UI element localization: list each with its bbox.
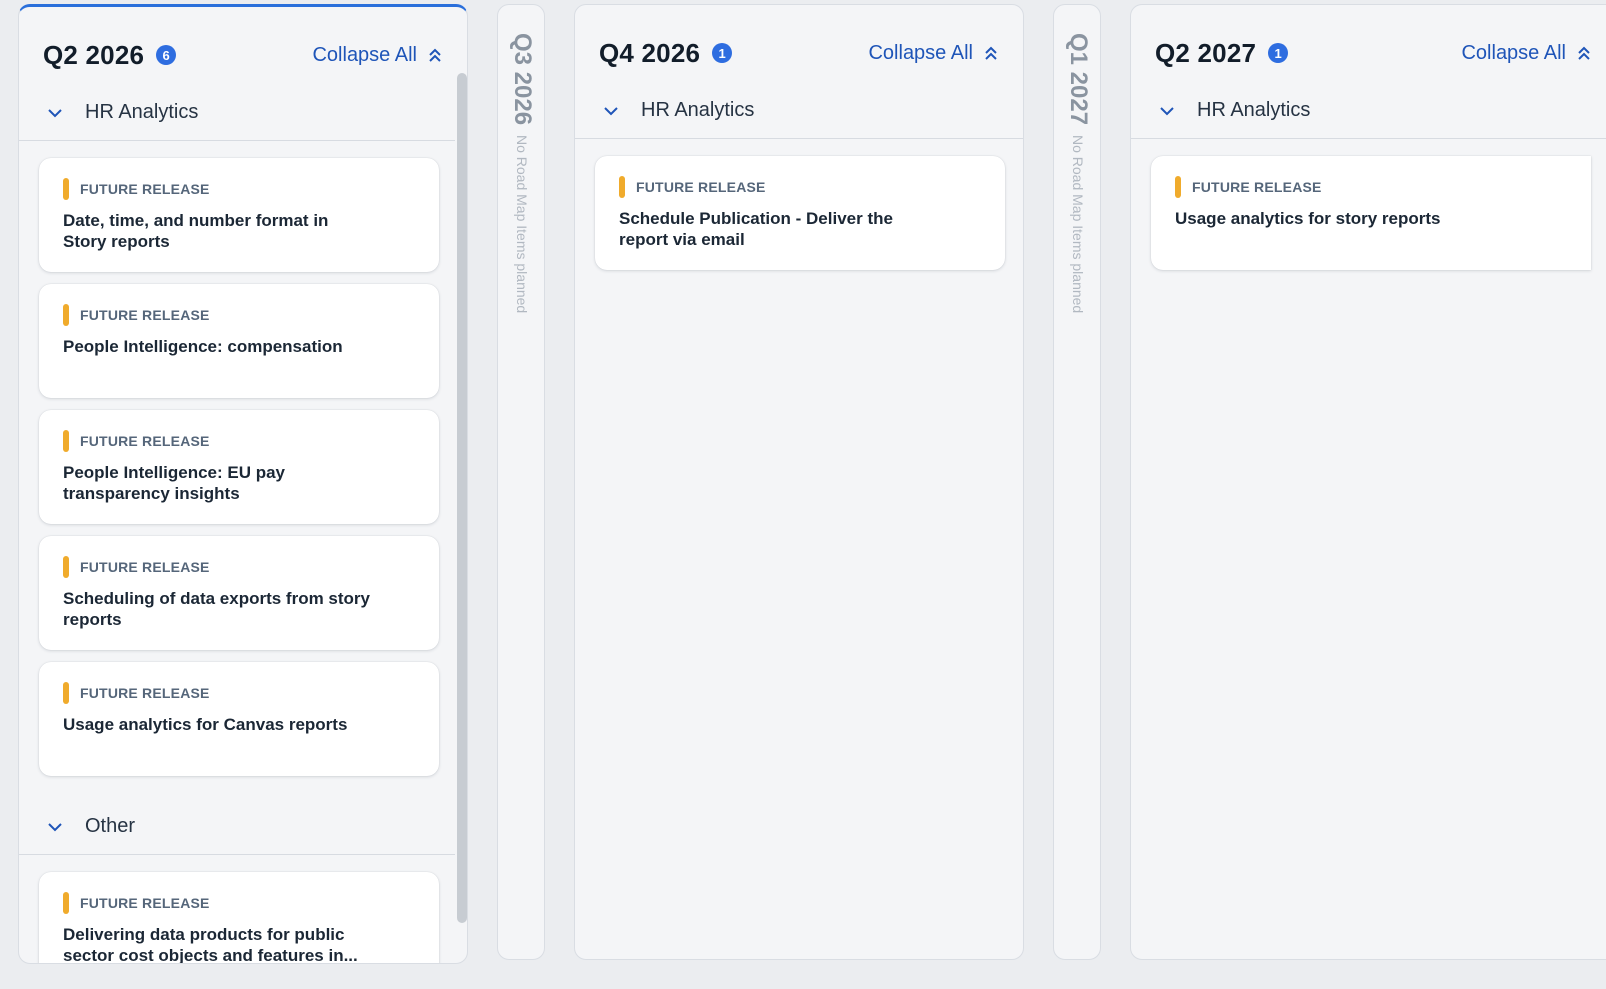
roadmap-card[interactable]: FUTURE RELEASE Scheduling of data export…	[39, 536, 439, 650]
status-indicator	[63, 178, 69, 200]
chevron-down-icon	[48, 822, 62, 831]
release-tag: FUTURE RELEASE	[80, 181, 210, 197]
roadmap-card[interactable]: FUTURE RELEASE Usage analytics for story…	[1151, 156, 1591, 270]
quarter-column-q2-2026: Q2 2026 6 Collapse All HR Analytics FUTU…	[18, 4, 468, 964]
quarter-column-q3-2026[interactable]: Q3 2026 No Road Map Items planned	[497, 4, 545, 960]
roadmap-card[interactable]: FUTURE RELEASE People Intelligence: comp…	[39, 284, 439, 398]
chevron-down-icon	[48, 108, 62, 117]
column-title: Q4 2026	[599, 37, 701, 68]
roadmap-board: Q2 2026 6 Collapse All HR Analytics FUTU…	[0, 0, 1606, 989]
group-header-hr-analytics[interactable]: HR Analytics	[1131, 83, 1606, 139]
column-header: Q2 2026 6 Collapse All	[43, 35, 443, 75]
release-tag: FUTURE RELEASE	[80, 307, 210, 323]
release-tag: FUTURE RELEASE	[80, 685, 210, 701]
roadmap-card[interactable]: FUTURE RELEASE Usage analytics for Canva…	[39, 662, 439, 776]
collapse-all-button[interactable]: Collapse All	[1461, 42, 1592, 65]
roadmap-card[interactable]: FUTURE RELEASE Date, time, and number fo…	[39, 158, 439, 272]
quarter-column-q2-2027: Q2 2027 1 Collapse All HR Analytics FUTU…	[1130, 4, 1606, 960]
collapse-all-label: Collapse All	[312, 43, 417, 66]
release-tag: FUTURE RELEASE	[80, 433, 210, 449]
status-indicator	[1175, 176, 1181, 198]
quarter-column-q1-2027[interactable]: Q1 2027 No Road Map Items planned	[1053, 4, 1101, 960]
item-count-badge: 6	[156, 45, 177, 65]
column-title: Q1 2027	[1065, 33, 1092, 126]
card-title: Date, time, and number format in Story r…	[63, 211, 329, 251]
column-header: Q2 2027 1 Collapse All	[1155, 33, 1592, 73]
roadmap-card[interactable]: FUTURE RELEASE Schedule Publication - De…	[595, 156, 1005, 270]
group-label: HR Analytics	[1197, 99, 1311, 121]
roadmap-card[interactable]: FUTURE RELEASE People Intelligence: EU p…	[39, 410, 439, 524]
column-title: Q2 2026	[43, 39, 145, 70]
status-indicator	[619, 176, 625, 198]
item-count-badge: 1	[1268, 43, 1289, 63]
card-title: Schedule Publication - Deliver the repor…	[619, 209, 893, 249]
empty-note: No Road Map Items planned	[514, 135, 530, 314]
double-chevron-up-icon	[985, 46, 997, 60]
roadmap-card[interactable]: FUTURE RELEASE Delivering data products …	[39, 872, 439, 964]
group-header-hr-analytics[interactable]: HR Analytics	[575, 83, 1023, 139]
status-indicator	[63, 892, 69, 914]
status-indicator	[63, 304, 69, 326]
card-title: People Intelligence: EU pay transparency…	[63, 463, 286, 503]
chevron-down-icon	[1160, 106, 1174, 115]
status-indicator	[63, 430, 69, 452]
group-label: HR Analytics	[641, 99, 755, 121]
card-title: Usage analytics for story reports	[1175, 209, 1441, 228]
scrollbar[interactable]	[457, 73, 467, 923]
column-title: Q2 2027	[1155, 37, 1257, 68]
collapse-all-button[interactable]: Collapse All	[868, 42, 999, 65]
status-indicator	[63, 556, 69, 578]
card-title: Delivering data products for public sect…	[63, 925, 358, 964]
double-chevron-up-icon	[429, 48, 441, 62]
item-count-badge: 1	[712, 43, 733, 63]
release-tag: FUTURE RELEASE	[636, 179, 766, 195]
collapse-all-button[interactable]: Collapse All	[312, 44, 443, 67]
group-label: HR Analytics	[85, 101, 199, 123]
empty-note: No Road Map Items planned	[1070, 135, 1086, 314]
group-label: Other	[85, 815, 136, 837]
release-tag: FUTURE RELEASE	[80, 895, 210, 911]
release-tag: FUTURE RELEASE	[1192, 179, 1322, 195]
collapse-all-label: Collapse All	[868, 41, 973, 64]
group-header-other[interactable]: Other	[19, 799, 455, 855]
double-chevron-up-icon	[1578, 46, 1590, 60]
collapse-all-label: Collapse All	[1461, 41, 1566, 64]
chevron-down-icon	[604, 106, 618, 115]
status-indicator	[63, 682, 69, 704]
group-header-hr-analytics[interactable]: HR Analytics	[19, 85, 455, 141]
card-title: Usage analytics for Canvas reports	[63, 715, 348, 734]
column-title: Q3 2026	[509, 33, 536, 126]
card-title: People Intelligence: compensation	[63, 337, 343, 356]
card-title: Scheduling of data exports from story re…	[63, 589, 370, 629]
column-header: Q4 2026 1 Collapse All	[599, 33, 999, 73]
quarter-column-q4-2026: Q4 2026 1 Collapse All HR Analytics FUTU…	[574, 4, 1024, 960]
release-tag: FUTURE RELEASE	[80, 559, 210, 575]
